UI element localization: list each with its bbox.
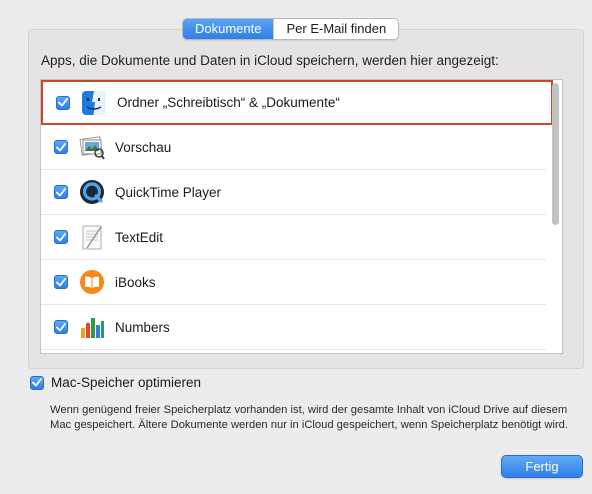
tab-switcher: Dokumente Per E-Mail finden bbox=[182, 18, 400, 40]
numbers-icon bbox=[79, 314, 105, 340]
list-item-label: Vorschau bbox=[115, 139, 172, 155]
quicktime-icon bbox=[79, 179, 105, 205]
list-item-label: TextEdit bbox=[115, 229, 164, 245]
list-scrollbar[interactable] bbox=[552, 83, 560, 351]
checkbox[interactable] bbox=[54, 140, 68, 154]
list-item-preview[interactable]: Vorschau bbox=[41, 125, 546, 170]
optimize-storage-label: Mac-Speicher optimieren bbox=[51, 375, 202, 390]
preview-icon bbox=[79, 134, 105, 160]
scroll-thumb[interactable] bbox=[552, 83, 559, 225]
options-panel: Apps, die Dokumente und Daten in iCloud … bbox=[28, 29, 584, 369]
tab-documents[interactable]: Dokumente bbox=[183, 19, 274, 39]
done-button[interactable]: Fertig bbox=[501, 455, 583, 478]
textedit-icon bbox=[79, 224, 105, 250]
finder-icon bbox=[81, 90, 107, 116]
checkbox[interactable] bbox=[54, 275, 68, 289]
apps-list[interactable]: Ordner „Schreibtisch“ & „Dokumente“ Vors… bbox=[40, 79, 563, 354]
list-item-textedit[interactable]: TextEdit bbox=[41, 215, 546, 260]
list-item-desktop-documents[interactable]: Ordner „Schreibtisch“ & „Dokumente“ bbox=[41, 80, 553, 125]
panel-caption: Apps, die Dokumente und Daten in iCloud … bbox=[41, 53, 499, 68]
list-item-ibooks[interactable]: iBooks bbox=[41, 260, 546, 305]
optimize-storage-row[interactable]: Mac-Speicher optimieren bbox=[30, 375, 201, 390]
icloud-drive-options-window: Apps, die Dokumente und Daten in iCloud … bbox=[8, 4, 586, 488]
ibooks-icon bbox=[79, 269, 105, 295]
list-item-label: iBooks bbox=[115, 274, 156, 290]
optimize-storage-description: Wenn genügend freier Speicherplatz vorha… bbox=[50, 404, 569, 431]
checkbox[interactable] bbox=[54, 185, 68, 199]
checkbox[interactable] bbox=[54, 230, 68, 244]
list-item-quicktime[interactable]: QuickTime Player bbox=[41, 170, 546, 215]
checkbox[interactable] bbox=[54, 320, 68, 334]
tab-find-by-email[interactable]: Per E-Mail finden bbox=[273, 19, 398, 39]
checkbox[interactable] bbox=[56, 95, 70, 110]
list-item-numbers[interactable]: Numbers bbox=[41, 305, 546, 350]
list-item-label: Numbers bbox=[115, 319, 170, 335]
optimize-storage-checkbox[interactable] bbox=[30, 375, 44, 390]
list-item-label: QuickTime Player bbox=[115, 184, 222, 200]
list-item-label: Ordner „Schreibtisch“ & „Dokumente“ bbox=[117, 95, 340, 110]
